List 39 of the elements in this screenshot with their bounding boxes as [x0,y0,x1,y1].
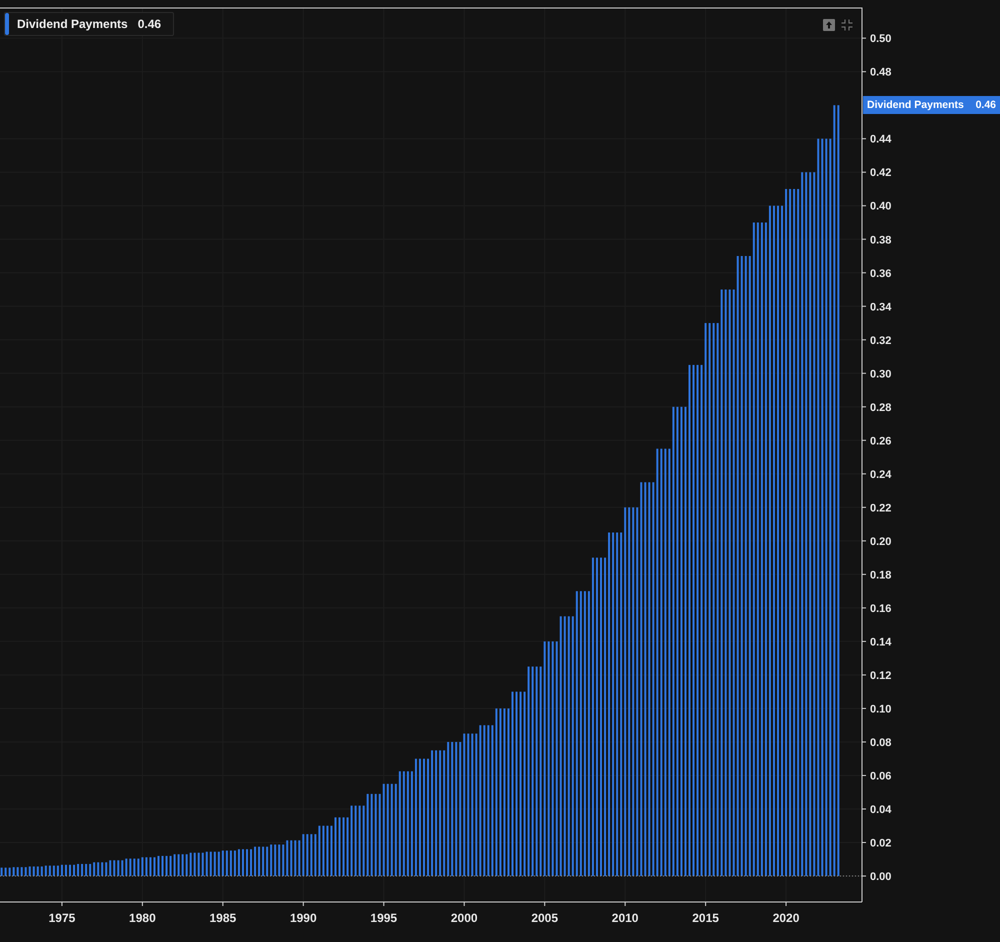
y-axis-label: 0.36 [870,268,892,280]
y-axis-label: 0.32 [870,334,892,347]
y-axis-label: 0.34 [870,301,892,314]
x-axis-label: 1995 [370,911,398,925]
y-axis-label: 0.40 [870,200,892,213]
y-axis-label: 0.12 [870,670,892,682]
y-axis-label: 0.20 [870,536,892,548]
y-axis-label: 0.18 [870,569,892,582]
x-axis-label: 1980 [129,911,156,925]
legend-value: 0.46 [138,17,162,31]
x-axis-label: 1975 [48,911,76,925]
y-axis-label: 0.00 [870,871,892,884]
y-axis-label: 0.14 [870,636,892,648]
x-axis-label: 2005 [531,911,558,925]
y-axis-label: 0.48 [870,66,892,79]
y-axis-label: 0.38 [870,234,892,246]
x-axis-label: 2000 [450,911,478,925]
y-axis-label: 0.16 [870,602,892,615]
y-axis-label: 0.22 [870,502,892,514]
x-axis-label: 2010 [612,911,638,925]
y-axis-label: 0.04 [870,804,892,816]
y-axis-label: 0.02 [870,838,892,850]
y-axis-label: 0.28 [870,402,892,414]
legend-label: Dividend Payments [17,17,128,31]
price-tag-label: Dividend Payments [867,99,964,112]
y-axis-label: 0.42 [870,167,892,180]
y-axis-label: 0.30 [870,368,892,380]
price-tag-value: 0.46 [976,99,996,112]
y-axis-label: 0.50 [870,33,892,46]
x-axis-label: 2020 [772,911,800,925]
y-axis-label: 0.24 [870,468,892,481]
y-axis-label: 0.44 [870,134,892,146]
y-axis-label: 0.06 [870,770,892,782]
x-axis-label: 1990 [290,911,317,925]
x-axis-label: 2015 [692,911,719,925]
y-axis-label: 0.08 [870,736,892,749]
y-axis-label: 0.10 [870,703,892,716]
y-axis-label: 0.26 [870,435,892,448]
x-axis-label: 1985 [210,911,236,925]
